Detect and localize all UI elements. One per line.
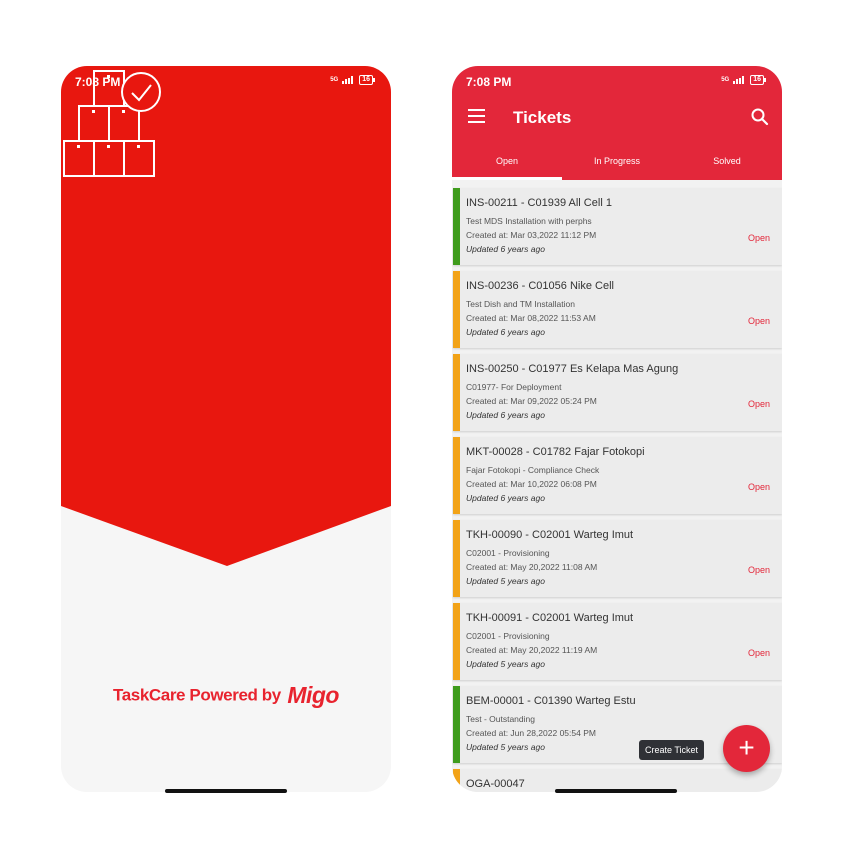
ticket-description: Fajar Fotokopi - Compliance Check [466, 465, 600, 475]
ticket-description: C02001 - Provisioning [466, 631, 550, 641]
tab-in-progress[interactable]: In Progress [562, 150, 672, 180]
network-type: 5G [330, 77, 339, 83]
ticket-status: Open [747, 316, 770, 326]
status-time: 7:08 PM [75, 75, 121, 89]
ticket-updated: Updated 5 years ago [466, 659, 545, 669]
ticket-created: Created at: May 20,2022 11:19 AM [466, 645, 598, 655]
ticket-description: C02001 - Provisioning [466, 548, 550, 558]
ticket-title: TKH-00091 - C02001 Warteg Imut [466, 612, 634, 624]
brand-text: TaskCare Powered by [113, 685, 281, 705]
signal-icon [342, 76, 354, 84]
battery-level: 16 [362, 76, 370, 83]
ticket-created: Created at: May 20,2022 11:08 AM [466, 562, 598, 572]
battery-icon: 16 [359, 75, 375, 85]
ticket-created: Created at: Mar 08,2022 11:53 AM [466, 313, 596, 323]
ticket-status: Open [747, 399, 770, 409]
ticket-created: Created at: Mar 09,2022 05:24 PM [466, 396, 597, 406]
ticket-status: Open [747, 648, 770, 658]
ticket-list: INS-00211 - C01939 All Cell 1 Test MDS I… [452, 188, 782, 792]
status-time: 7:08 PM [466, 75, 512, 89]
hamburger-menu-icon[interactable] [468, 109, 486, 123]
ticket-created: Created at: Mar 10,2022 06:08 PM [466, 479, 597, 489]
status-icons: 5G 16 [330, 75, 375, 85]
ticket-card[interactable]: TKH-00090 - C02001 Warteg Imut C02001 - … [453, 520, 782, 597]
battery-level: 16 [753, 76, 761, 83]
ticket-description: C01977- For Deployment [466, 382, 562, 392]
app-bar: 7:08 PM 5G 16 Tickets Open In Progress S… [452, 66, 782, 180]
ticket-card[interactable]: TKH-00091 - C02001 Warteg Imut C02001 - … [453, 603, 782, 680]
ticket-description: Test Dish and TM Installation [466, 299, 575, 309]
brand-footer: TaskCare Powered by Migo [61, 682, 391, 709]
ticket-status: Open [747, 565, 770, 575]
migo-logo: Migo [287, 682, 339, 708]
ticket-title: INS-00211 - C01939 All Cell 1 [466, 197, 612, 209]
status-bar: 7:08 PM 5G 16 [61, 66, 391, 94]
network-type: 5G [721, 77, 730, 83]
tickets-screen: 7:08 PM 5G 16 Tickets Open In Progress S… [452, 66, 782, 792]
signal-icon [733, 76, 745, 84]
tab-solved[interactable]: Solved [672, 150, 782, 180]
ticket-card[interactable]: INS-00250 - C01977 Es Kelapa Mas Agung C… [453, 354, 782, 431]
splash-hero [61, 66, 391, 566]
ticket-card[interactable]: MKT-00028 - C01782 Fajar Fotokopi Fajar … [453, 437, 782, 514]
ticket-updated: Updated 5 years ago [466, 576, 545, 586]
ticket-tabs: Open In Progress Solved [452, 150, 782, 180]
ticket-title: OGA-00047 [466, 778, 525, 790]
page-title: Tickets [513, 108, 572, 127]
splash-screen: 7:08 PM 5G 16 TaskCare Powered by Migo [61, 66, 391, 792]
search-icon[interactable] [750, 107, 770, 127]
create-ticket-button[interactable]: + [723, 725, 770, 772]
ticket-description: Test - Outstanding [466, 714, 535, 724]
home-indicator[interactable] [555, 789, 677, 793]
ticket-title: INS-00236 - C01056 Nike Cell [466, 280, 614, 292]
status-bar: 7:08 PM 5G 16 [452, 66, 782, 94]
ticket-updated: Updated 6 years ago [466, 493, 545, 503]
tab-open[interactable]: Open [452, 150, 562, 180]
ticket-status: Open [747, 233, 770, 243]
battery-icon: 16 [750, 75, 766, 85]
ticket-title: MKT-00028 - C01782 Fajar Fotokopi [466, 446, 645, 458]
ticket-card[interactable]: INS-00211 - C01939 All Cell 1 Test MDS I… [453, 188, 782, 265]
ticket-created: Created at: Mar 03,2022 11:12 PM [466, 230, 597, 240]
create-ticket-tooltip: Create Ticket [639, 740, 705, 760]
ticket-description: Test MDS Installation with perphs [466, 216, 592, 226]
ticket-title: INS-00250 - C01977 Es Kelapa Mas Agung [466, 363, 679, 375]
ticket-updated: Updated 6 years ago [466, 244, 545, 254]
ticket-card[interactable]: INS-00236 - C01056 Nike Cell Test Dish a… [453, 271, 782, 348]
ticket-title: TKH-00090 - C02001 Warteg Imut [466, 529, 634, 541]
ticket-updated: Updated 6 years ago [466, 327, 545, 337]
home-indicator[interactable] [165, 789, 287, 793]
ticket-updated: Updated 5 years ago [466, 742, 545, 752]
ticket-created: Created at: Jun 28,2022 05:54 PM [466, 728, 596, 738]
status-icons: 5G 16 [721, 75, 766, 85]
ticket-status: Open [747, 482, 770, 492]
ticket-updated: Updated 6 years ago [466, 410, 545, 420]
ticket-title: BEM-00001 - C01390 Warteg Estu [466, 695, 636, 707]
